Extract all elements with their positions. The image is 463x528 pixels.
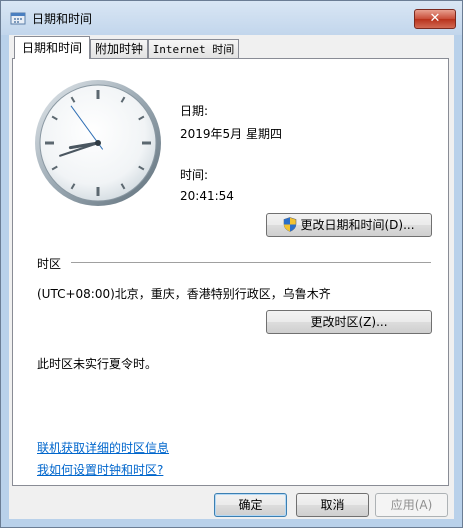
clock-window-icon [10, 12, 26, 25]
apply-button: 应用(A) [375, 493, 448, 517]
title-bar[interactable]: 日期和时间 ✕ [1, 1, 462, 35]
analog-clock [35, 80, 161, 206]
dialog-client: 日期和时间 附加时钟 Internet 时间 日期: 2019年5月 星期四 时… [9, 35, 454, 519]
ok-button[interactable]: 确定 [214, 493, 287, 517]
online-timezone-info-link[interactable]: 联机获取详细的时区信息 [37, 439, 169, 456]
date-value: 2019年5月 星期四 [180, 127, 282, 141]
timezone-help-link[interactable]: 我如何设置时钟和时区? [37, 461, 163, 478]
tab-panel: 日期: 2019年5月 星期四 时间: 20:41:54 更改日期和时间(D).… [12, 58, 449, 486]
timezone-separator [71, 262, 431, 264]
close-icon: ✕ [429, 11, 441, 26]
clock-center [95, 140, 101, 146]
close-button[interactable]: ✕ [414, 9, 456, 29]
change-datetime-button[interactable]: 更改日期和时间(D)... [266, 213, 432, 237]
time-value: 20:41:54 [180, 189, 234, 203]
uac-shield-icon [284, 217, 297, 232]
date-label: 日期: [180, 104, 209, 118]
window-title: 日期和时间 [32, 12, 93, 26]
timezone-value: (UTC+08:00)北京，重庆，香港特别行政区，乌鲁木齐 [37, 287, 331, 301]
time-label: 时间: [180, 168, 209, 182]
change-timezone-label: 更改时区(Z)... [310, 315, 388, 329]
date-time-dialog: 日期和时间 ✕ 日期和时间 附加时钟 Internet 时间 日期: 2019年… [0, 0, 463, 528]
apply-label: 应用(A) [390, 498, 433, 512]
change-timezone-button[interactable]: 更改时区(Z)... [266, 310, 432, 334]
change-datetime-label: 更改日期和时间(D)... [300, 218, 415, 232]
timezone-section-label: 时区 [37, 257, 62, 271]
cancel-button[interactable]: 取消 [296, 493, 369, 517]
tab-additional-clocks[interactable]: 附加时钟 [90, 39, 148, 58]
cancel-label: 取消 [320, 498, 345, 512]
ok-label: 确定 [238, 498, 263, 512]
tab-date-time[interactable]: 日期和时间 [14, 36, 90, 59]
tab-internet-time[interactable]: Internet 时间 [148, 39, 239, 58]
dst-note: 此时区未实行夏令时。 [37, 357, 158, 371]
